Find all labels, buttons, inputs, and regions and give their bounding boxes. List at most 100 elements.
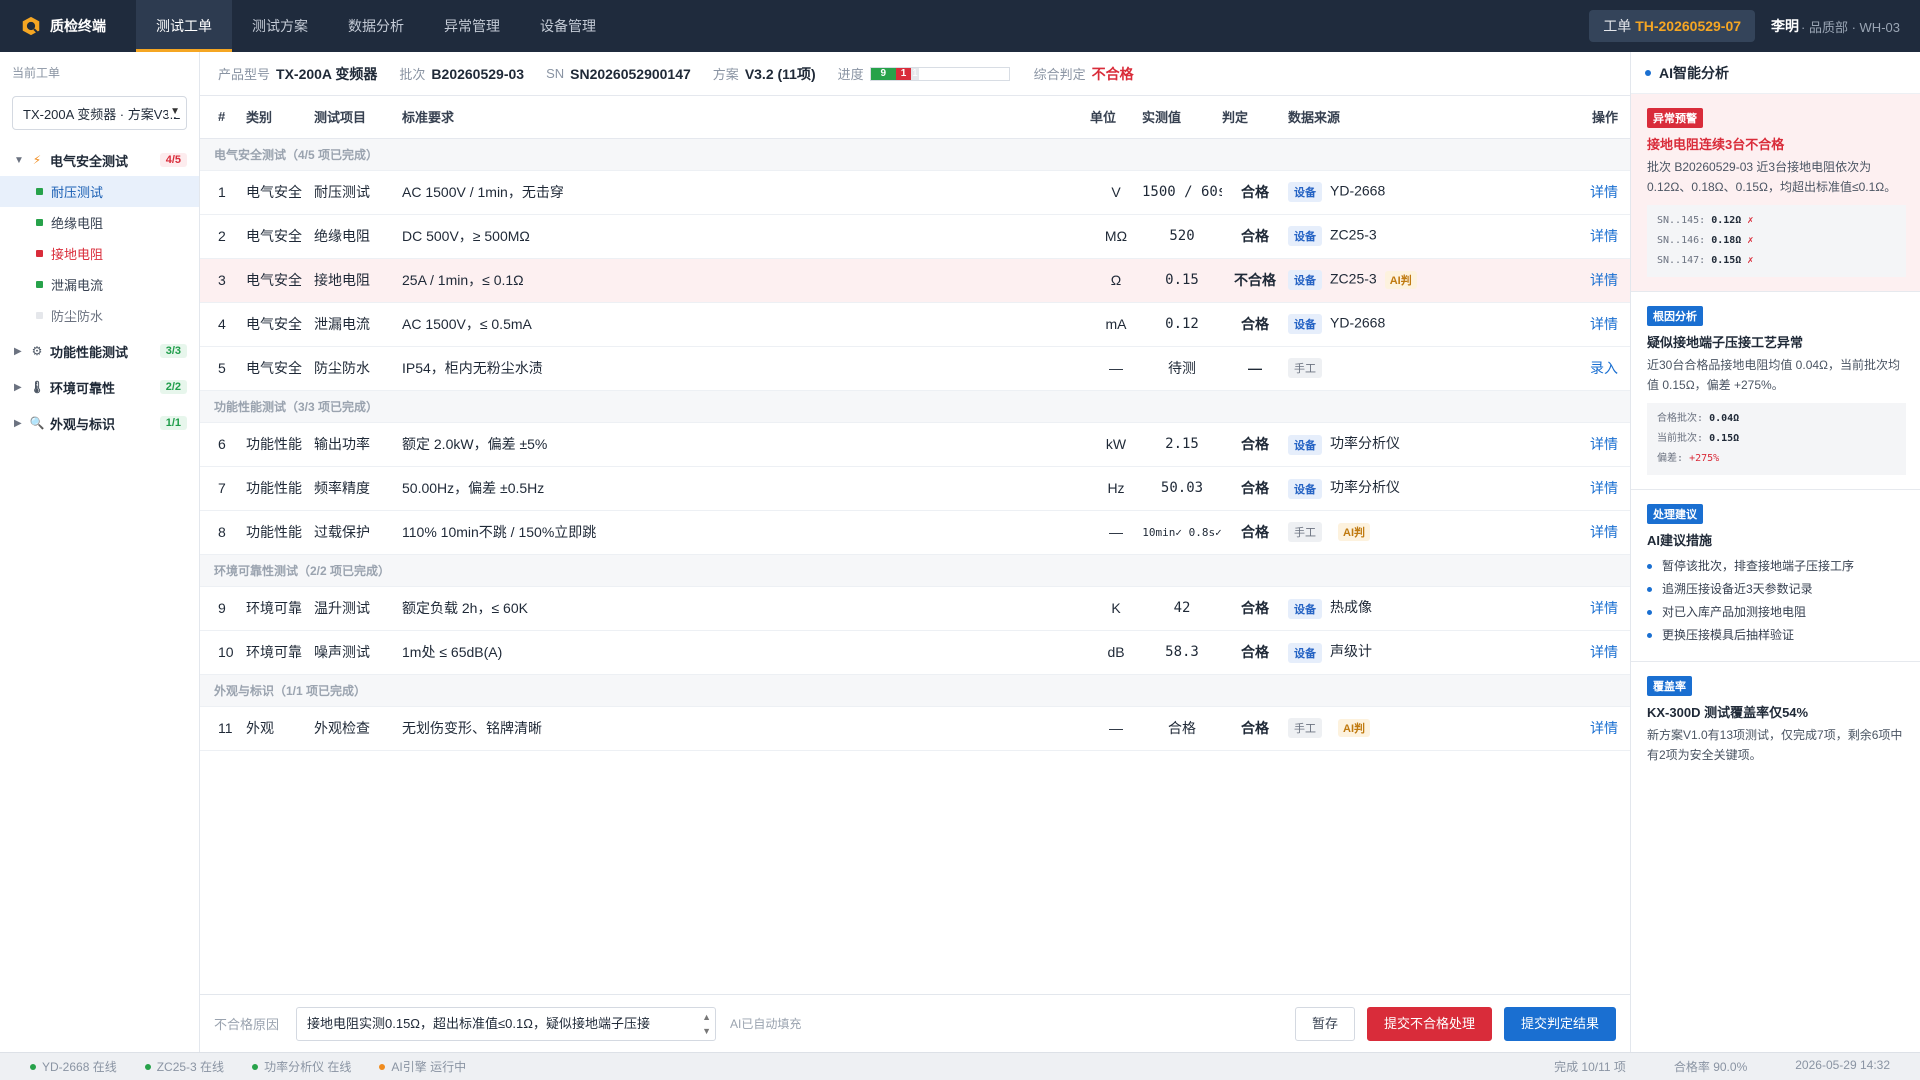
nav-tab-exceptions[interactable]: 异常管理: [424, 0, 520, 52]
detail-link[interactable]: 详情: [1590, 600, 1618, 616]
mini-row: 当前批次: 0.15Ω: [1657, 433, 1740, 444]
cell-index: 2: [200, 214, 246, 259]
work-order-select[interactable]: TX-200A 变频器 · 方案V3.2 ▼: [12, 96, 187, 130]
ai-card-alert[interactable]: 异常预警 接地电阻连续3台不合格 批次 B20260529-03 近3台接地电阻…: [1631, 94, 1920, 292]
cell-index: 4: [200, 302, 246, 347]
detail-link[interactable]: 详情: [1590, 524, 1618, 540]
top-bar: 质检终端 测试工单 测试方案 数据分析 异常管理 设备管理 工单 TH-2026…: [0, 0, 1920, 52]
ai-card-root-cause[interactable]: 根因分析 疑似接地端子压接工艺异常 近30台合格品接地电阻均值 0.04Ω，当前…: [1631, 292, 1920, 490]
detail-link[interactable]: 详情: [1590, 480, 1618, 496]
cell-measured: 42: [1142, 586, 1222, 631]
save-draft-button[interactable]: 暂存: [1294, 1006, 1355, 1041]
status-dot: [36, 250, 43, 257]
cell-standard: 无划伤变形、铭牌清晰: [402, 706, 1090, 751]
nav-tab-devices[interactable]: 设备管理: [520, 0, 616, 52]
user-name[interactable]: 李明: [1771, 16, 1799, 36]
table-row[interactable]: 3 电气安全 接地电阻 25A / 1min，≤ 0.1Ω Ω 0.15 不合格 设备 ZC25…: [200, 258, 1630, 303]
suggestion-item: 更换压接模具后抽样验证: [1647, 624, 1906, 647]
tree-group-electrical[interactable]: ▼ ⚡ 电气安全测试 4/5: [0, 144, 199, 176]
tree-item-withstand-voltage[interactable]: 耐压测试: [0, 176, 199, 207]
cell-standard: 额定负载 2h，≤ 60K: [402, 586, 1090, 631]
cell-action: 详情: [1550, 258, 1630, 303]
table-row[interactable]: 1 电气安全 耐压测试 AC 1500V / 1min，无击穿 V 1500 / 60s 合…: [200, 170, 1630, 215]
table-row[interactable]: 8 功能性能 过载保护 110% 10min不跳 / 150%立即跳 —10min✓ 0…: [200, 510, 1630, 555]
table-row[interactable]: 11 外观 外观检查 无划伤变形、铭牌清晰 — 合格 合格 手工 AI判 详情: [200, 706, 1630, 751]
ai-card-suggestions[interactable]: 处理建议 AI建议措施 暂停该批次，排查接地端子压接工序 追溯压接设备近3天参数…: [1631, 490, 1920, 662]
nav-tab-data-analysis[interactable]: 数据分析: [328, 0, 424, 52]
table-row[interactable]: 6 功能性能 输出功率 额定 2.0kW，偏差 ±5% kW 2.15 合格 设备 功率分析仪 详…: [200, 422, 1630, 467]
brand[interactable]: 质检终端: [0, 0, 136, 52]
table-row[interactable]: 4 电气安全 泄漏电流 AC 1500V，≤ 0.5mA mA 0.12 合格 设备 YD-26…: [200, 302, 1630, 347]
tree-group-function[interactable]: ▶ ⚙ 功能性能测试 3/3: [0, 335, 199, 367]
submit-fail-button[interactable]: 提交不合格处理: [1366, 1006, 1492, 1041]
auto-fill-note: AI已自动填充: [730, 1017, 802, 1031]
cell-index: 6: [200, 422, 246, 467]
bullet-icon: [1647, 633, 1652, 638]
cell-measured: 50.03: [1142, 466, 1222, 511]
cell-category: 环境可靠: [246, 586, 314, 631]
main-nav: 测试工单 测试方案 数据分析 异常管理 设备管理: [136, 0, 616, 52]
cell-measured: 58.3: [1142, 630, 1222, 675]
fail-reason-input[interactable]: 接地电阻实测0.15Ω，超出标准值≤0.1Ω，疑似接地端子压接 ▲ ▼: [296, 1006, 716, 1041]
source-device: ZC25-3: [1330, 226, 1377, 243]
cell-index: 8: [200, 510, 246, 555]
source-type-tag: 设备: [1288, 478, 1322, 499]
gear-icon: ⚙: [31, 344, 43, 358]
bullet-icon: [1647, 587, 1652, 592]
source-type-tag: 手工: [1288, 358, 1322, 378]
verdict-label: 综合判定: [1033, 67, 1086, 82]
detail-link[interactable]: 详情: [1590, 228, 1618, 244]
section-title: 电气安全测试（4/5 项已完成）: [200, 138, 1630, 171]
brand-name: 质检终端: [50, 18, 106, 34]
cell-index: 3: [200, 258, 246, 303]
tree-item-insulation[interactable]: 绝缘电阻: [0, 207, 199, 238]
cell-unit: Hz: [1090, 466, 1142, 511]
tree-group-appearance[interactable]: ▶ 🔍 外观与标识 1/1: [0, 407, 199, 439]
tree-group-label: 电气安全测试: [50, 153, 129, 169]
tree-item-grounding[interactable]: 接地电阻: [0, 238, 199, 269]
source-type-tag: 设备: [1288, 434, 1322, 455]
nav-tab-test-plans[interactable]: 测试方案: [232, 0, 328, 52]
thermometer-icon: 🌡: [29, 380, 45, 394]
submit-result-button[interactable]: 提交判定结果: [1503, 1006, 1616, 1041]
cell-action: 详情: [1550, 214, 1630, 259]
section-header-row: 电气安全测试（4/5 项已完成）: [200, 138, 1630, 171]
section-header-row: 环境可靠性测试（2/2 项已完成）: [200, 554, 1630, 587]
detail-link[interactable]: 详情: [1590, 436, 1618, 452]
spinner-arrows-icon[interactable]: ▲ ▼: [702, 1010, 711, 1038]
table-row[interactable]: 2 电气安全 绝缘电阻 DC 500V，≥ 500MΩ MΩ 520 合格 设备 ZC25-3 详…: [200, 214, 1630, 259]
detail-link[interactable]: 详情: [1590, 644, 1618, 660]
table-row[interactable]: 10 环境可靠 噪声测试 1m处 ≤ 65dB(A) dB 58.3 合格 设备 声级计 详情: [200, 630, 1630, 675]
cell-item: 防尘防水: [314, 346, 402, 391]
card-badge: 异常预警: [1647, 108, 1703, 128]
cell-item: 噪声测试: [314, 630, 402, 675]
cell-source: 设备 功率分析仪: [1288, 422, 1550, 467]
cell-source: 手工 AI判: [1288, 510, 1550, 555]
cell-action: 详情: [1550, 170, 1630, 215]
detail-link[interactable]: 详情: [1590, 720, 1618, 736]
source-type-tag: 设备: [1288, 182, 1322, 202]
current-order-chip[interactable]: 工单 TH-20260529-07: [1589, 10, 1756, 42]
mini-row: SN..146: 0.18Ω ✗: [1657, 235, 1754, 246]
source-device: 热成像: [1330, 599, 1372, 616]
tree-group-environment[interactable]: ▶ 🌡 环境可靠性 2/2: [0, 371, 199, 403]
detail-link[interactable]: 详情: [1590, 272, 1618, 288]
nav-tab-work-orders[interactable]: 测试工单: [136, 0, 232, 52]
table-row[interactable]: 9 环境可靠 温升测试 额定负载 2h，≤ 60K K 42 合格 设备 热成像 详情: [200, 586, 1630, 631]
source-device: YD-2668: [1330, 314, 1386, 331]
tree-item-dustproof[interactable]: 防尘防水: [0, 300, 199, 331]
tree-item-leakage[interactable]: 泄漏电流: [0, 269, 199, 300]
source-type-tag: 设备: [1288, 642, 1322, 663]
status-dot: [36, 188, 43, 195]
table-row[interactable]: 7 功能性能 频率精度 50.00Hz，偏差 ±0.5Hz Hz 50.03 合格 设备 功率分…: [200, 466, 1630, 511]
cell-item: 泄漏电流: [314, 302, 402, 347]
ai-card-coverage[interactable]: 覆盖率 KX-300D 测试覆盖率仅54% 新方案V1.0有13项测试，仅完成7…: [1631, 662, 1920, 779]
cell-standard: 额定 2.0kW，偏差 ±5%: [402, 422, 1090, 467]
ai-judged-tag: AI判: [1338, 719, 1370, 737]
enter-data-link[interactable]: 录入: [1590, 360, 1618, 376]
sidebar-title: 当前工单: [12, 66, 61, 80]
detail-link[interactable]: 详情: [1590, 184, 1618, 200]
table-row[interactable]: 5 电气安全 防尘防水 IP54，柜内无粉尘水渍 — 待测 — 手工 录入: [200, 346, 1630, 391]
cell-action: 详情: [1550, 510, 1630, 555]
detail-link[interactable]: 详情: [1590, 316, 1618, 332]
